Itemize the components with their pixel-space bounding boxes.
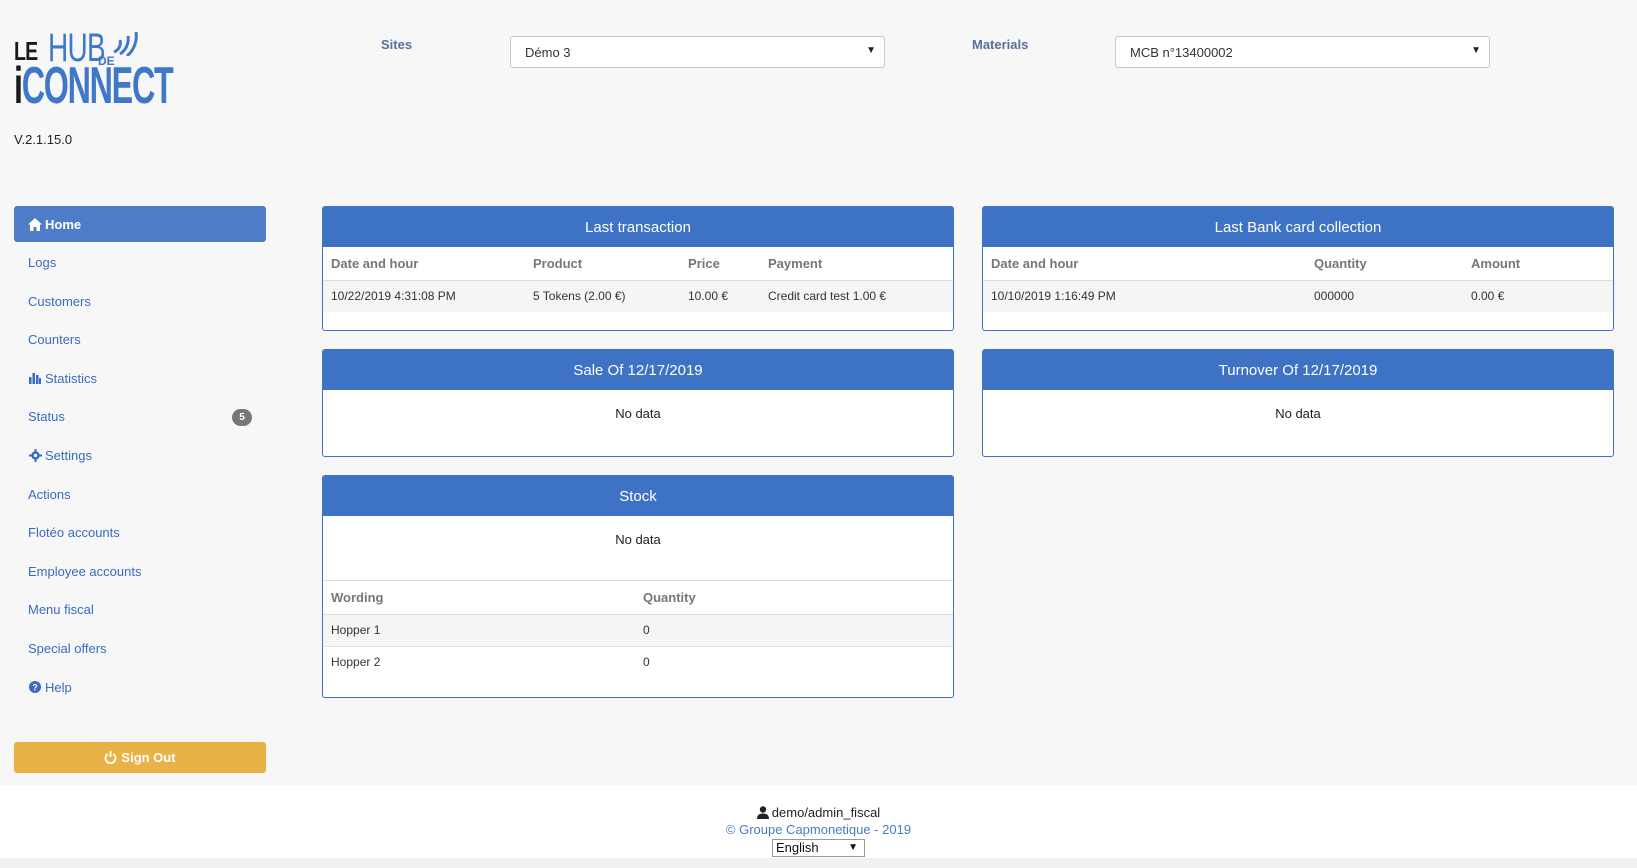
last-transaction-table: Date and hour Product Price Payment 10/2… xyxy=(323,247,953,312)
table-row: Hopper 2 0 xyxy=(323,645,953,678)
sidebar-item-label: Employee accounts xyxy=(28,563,142,579)
sidebar-item-help[interactable]: ? Help xyxy=(14,669,266,705)
panel-title: Last transaction xyxy=(323,207,953,247)
sites-label: Sites xyxy=(381,37,413,52)
sidebar-item-settings[interactable]: Settings xyxy=(14,438,266,474)
sidebar-item-label: Flotéo accounts xyxy=(28,525,120,541)
sidebar-item-status[interactable]: Status 5 xyxy=(14,399,266,435)
sidebar-item-label: Menu fiscal xyxy=(28,602,94,618)
panel-title: Stock xyxy=(323,476,953,516)
panel-title: Last Bank card collection xyxy=(983,207,1613,247)
home-icon xyxy=(28,217,42,231)
table-row: 10/22/2019 4:31:08 PM 5 Tokens (2.00 €) … xyxy=(323,280,953,312)
app-logo: LE HUB DE iCONNECT xyxy=(14,24,184,114)
no-data-message: No data xyxy=(615,406,661,421)
sidebar-item-logs[interactable]: Logs xyxy=(14,245,266,281)
sidebar-item-label: Logs xyxy=(28,255,57,271)
page-footer: demo/admin_fiscal © Groupe Capmonetique … xyxy=(0,785,1637,858)
status-badge: 5 xyxy=(232,408,252,426)
column-header: Amount xyxy=(1463,247,1613,281)
last-bank-card-panel: Last Bank card collection Date and hour … xyxy=(982,206,1614,331)
sidebar-item-counters[interactable]: Counters xyxy=(14,322,266,358)
sites-select-value: Démo 3 xyxy=(525,45,571,60)
table-cell: Credit card test 1.00 € xyxy=(760,280,953,312)
sites-select[interactable]: Démo 3 ▼ xyxy=(510,36,885,68)
panel-title: Turnover Of 12/17/2019 xyxy=(983,350,1613,390)
last-transaction-panel: Last transaction Date and hour Product P… xyxy=(322,206,954,331)
sidebar-item-label: Counters xyxy=(28,332,81,348)
table-cell: 0 xyxy=(635,614,953,646)
user-icon xyxy=(756,806,769,819)
column-header: Wording xyxy=(323,581,635,615)
svg-text:?: ? xyxy=(32,683,38,693)
sidebar-item-menu-fiscal[interactable]: Menu fiscal xyxy=(14,592,266,628)
column-header: Payment xyxy=(760,247,953,281)
table-cell: 10.00 € xyxy=(680,280,760,312)
stock-table: Wording Quantity Hopper 1 0 Hopper 2 0 xyxy=(323,581,953,678)
power-icon xyxy=(105,751,117,764)
sidebar-item-employee-accounts[interactable]: Employee accounts xyxy=(14,553,266,589)
sidebar-nav: Home Logs Customers Counters Statistics … xyxy=(14,206,266,708)
table-cell: Hopper 1 xyxy=(323,614,635,646)
sidebar-item-label: Status xyxy=(28,409,65,425)
materials-label: Materials xyxy=(972,37,1029,52)
caret-down-icon: ▼ xyxy=(866,45,876,56)
column-header: Date and hour xyxy=(323,247,525,281)
table-cell: 5 Tokens (2.00 €) xyxy=(525,280,680,312)
sidebar-item-home[interactable]: Home xyxy=(14,206,266,242)
column-header: Quantity xyxy=(1306,247,1463,281)
last-bank-card-table: Date and hour Quantity Amount 10/10/2019… xyxy=(983,247,1613,312)
sale-panel: Sale Of 12/17/2019 No data xyxy=(322,349,954,457)
sidebar-item-label: Actions xyxy=(28,486,71,502)
sidebar-item-label: Customers xyxy=(28,293,91,309)
username: demo/admin_fiscal xyxy=(771,805,881,820)
table-cell: 0.00 € xyxy=(1463,280,1613,312)
sidebar-item-label: Settings xyxy=(45,448,92,464)
bar-chart-icon xyxy=(28,371,42,385)
materials-select-value: MCB n°13400002 xyxy=(1130,45,1233,60)
table-cell: Hopper 2 xyxy=(323,645,635,678)
panel-title: Sale Of 12/17/2019 xyxy=(323,350,953,390)
bottom-strip xyxy=(0,858,1637,868)
table-cell: 000000 xyxy=(1306,280,1463,312)
column-header: Product xyxy=(525,247,680,281)
sidebar-item-floteo-accounts[interactable]: Flotéo accounts xyxy=(14,515,266,551)
caret-down-icon: ▼ xyxy=(1471,45,1481,56)
language-value: English xyxy=(776,840,819,855)
stock-panel: Stock No data Wording Quantity Hopper 1 … xyxy=(322,475,954,698)
wifi-waves-icon xyxy=(113,31,138,56)
gear-icon xyxy=(28,449,42,463)
language-select[interactable]: English ▼ xyxy=(772,839,865,857)
sidebar-item-label: Help xyxy=(45,679,72,695)
app-version: V.2.1.15.0 xyxy=(14,132,73,147)
caret-down-icon: ▼ xyxy=(848,842,858,853)
no-data-message: No data xyxy=(1275,406,1321,421)
sign-out-button[interactable]: Sign Out xyxy=(14,742,266,773)
materials-select[interactable]: MCB n°13400002 ▼ xyxy=(1115,36,1490,68)
table-cell: 10/10/2019 1:16:49 PM xyxy=(983,280,1306,312)
logo-connect: iCONNECT xyxy=(14,57,174,115)
table-cell: 10/22/2019 4:31:08 PM xyxy=(323,280,525,312)
copyright-link[interactable]: © Groupe Capmonetique - 2019 xyxy=(0,822,1637,837)
sidebar-item-actions[interactable]: Actions xyxy=(14,476,266,512)
sidebar-item-label: Home xyxy=(45,216,82,232)
help-icon: ? xyxy=(28,680,42,694)
table-cell: 0 xyxy=(635,645,953,678)
no-data-message: No data xyxy=(323,516,953,581)
current-user: demo/admin_fiscal xyxy=(0,805,1637,820)
sidebar-item-label: Special offers xyxy=(28,641,107,657)
turnover-panel: Turnover Of 12/17/2019 No data xyxy=(982,349,1614,457)
table-row: Hopper 1 0 xyxy=(323,614,953,646)
sidebar-item-special-offers[interactable]: Special offers xyxy=(14,631,266,667)
sidebar-item-label: Statistics xyxy=(45,370,98,386)
sidebar-item-customers[interactable]: Customers xyxy=(14,283,266,319)
column-header: Quantity xyxy=(635,581,953,615)
column-header: Date and hour xyxy=(983,247,1306,281)
sidebar-item-statistics[interactable]: Statistics xyxy=(14,360,266,396)
table-row: 10/10/2019 1:16:49 PM 000000 0.00 € xyxy=(983,280,1613,312)
column-header: Price xyxy=(680,247,760,281)
sign-out-label: Sign Out xyxy=(121,750,176,765)
